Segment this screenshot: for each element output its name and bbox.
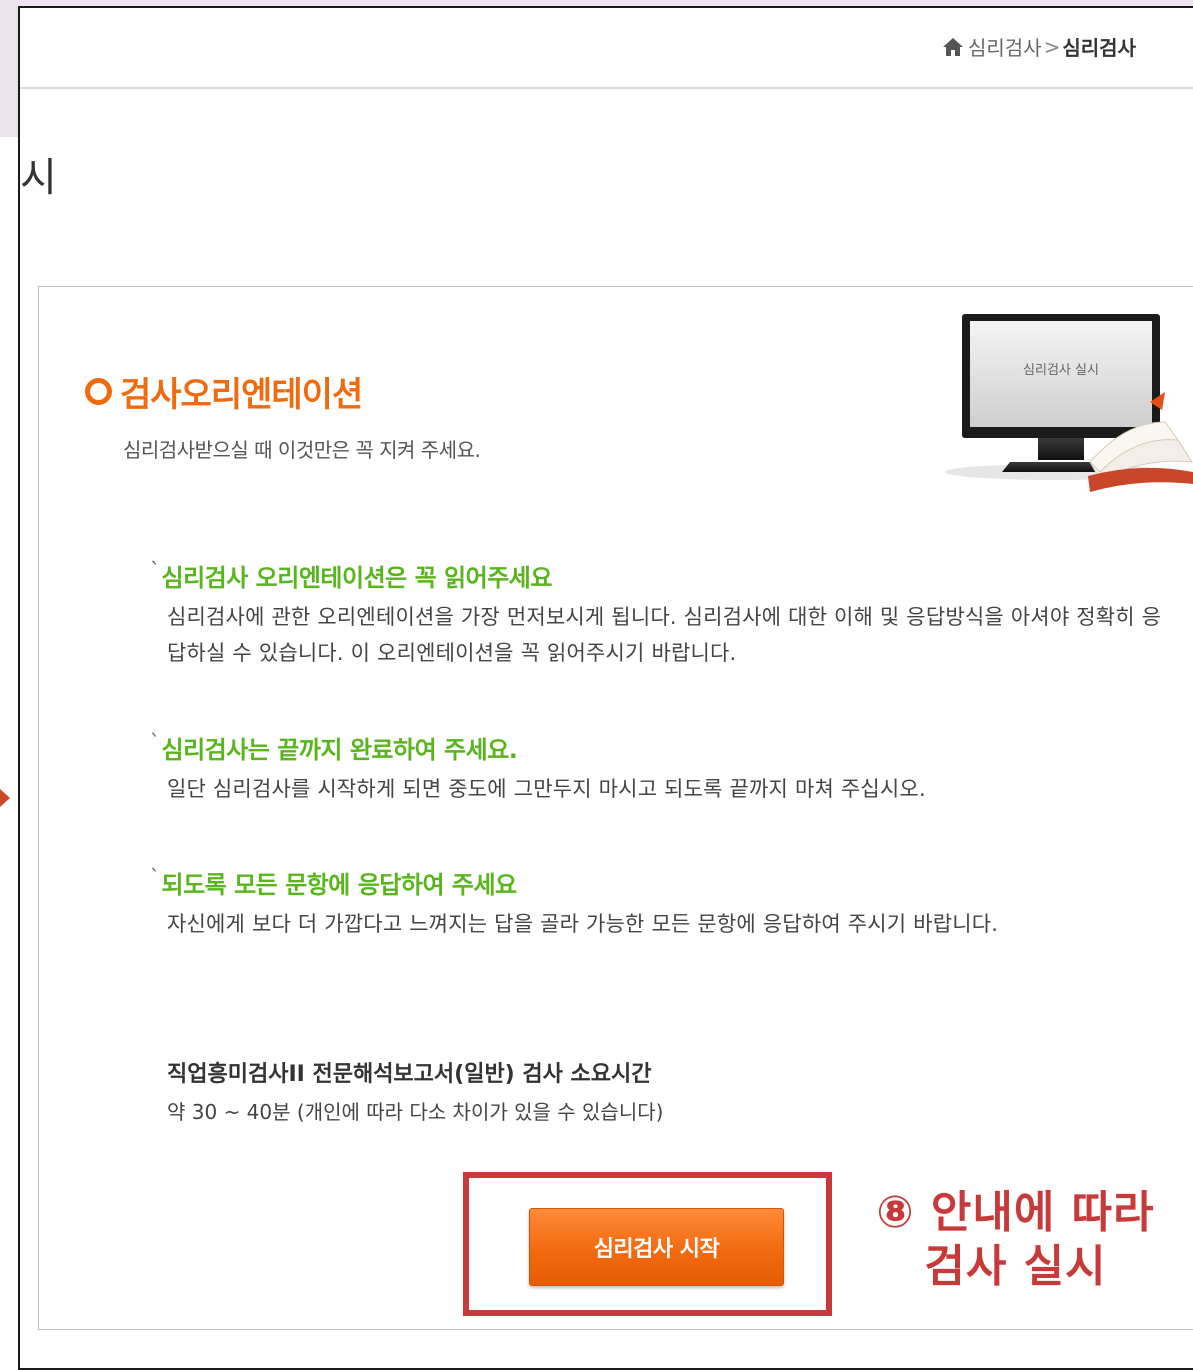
start-test-button[interactable]: 심리검사 시작 bbox=[529, 1208, 784, 1286]
guide-body: 자신에게 보다 더 가깝다고 느껴지는 답을 골라 가능한 모든 문항에 응답하… bbox=[167, 912, 999, 936]
guide-item: `심리검사 오리엔테이션은 꼭 읽어주세요 심리검사에 관한 오리엔테이션을 가… bbox=[150, 558, 1180, 671]
guide-item: `되도록 모든 문항에 응답하여 주세요 자신에게 보다 더 가깝다고 느껴지는… bbox=[150, 865, 1180, 942]
page-title: 시 bbox=[20, 155, 57, 201]
left-arrow-icon bbox=[0, 789, 10, 807]
guide-title: `심리검사 오리엔테이션은 꼭 읽어주세요 bbox=[150, 558, 552, 592]
monitor-screen-text: 심리검사 실시 bbox=[1023, 363, 1099, 378]
header-divider bbox=[20, 87, 1193, 89]
section-heading-text: 검사오리엔테이션 bbox=[120, 375, 363, 415]
breadcrumb: 심리검사 > 심리검사 bbox=[942, 32, 1136, 61]
guide-body: 일단 심리검사를 시작하게 되면 중도에 그만두지 마시고 되도록 끝까지 마쳐… bbox=[167, 777, 926, 801]
annotation-line: ⑧ 안내에 따라 bbox=[876, 1187, 1155, 1238]
duration-title: 직업흥미검사II 전문해석보고서(일반) 검사 소요시간 bbox=[167, 1062, 652, 1087]
annotation-callout: ⑧ 안내에 따라 검사 실시 bbox=[838, 1186, 1193, 1294]
annotation-line: 검사 실시 bbox=[924, 1241, 1107, 1292]
section-subtitle: 심리검사받으실 때 이것만은 꼭 지켜 주세요. bbox=[123, 438, 481, 462]
ring-bullet-icon bbox=[85, 378, 112, 405]
guide-title: `되도록 모든 문항에 응답하여 주세요 bbox=[150, 865, 517, 899]
section-heading: 검사오리엔테이션 bbox=[85, 367, 363, 416]
guide-item: `심리검사는 끝까지 완료하여 주세요. 일단 심리검사를 시작하게 되면 중도… bbox=[150, 730, 1180, 807]
breadcrumb-item[interactable]: 심리검사 bbox=[968, 32, 1042, 61]
duration-body: 약 30 ~ 40분 (개인에 따라 다소 차이가 있을 수 있습니다) bbox=[167, 1100, 664, 1124]
monitor-book-illustration: 심리검사 실시 bbox=[945, 314, 1193, 492]
guide-title: `심리검사는 끝까지 완료하여 주세요. bbox=[150, 730, 518, 764]
guide-body: 심리검사에 관한 오리엔테이션을 가장 먼저보시게 됩니다. 심리검사에 대한 … bbox=[167, 605, 1162, 665]
breadcrumb-separator: > bbox=[1043, 34, 1061, 59]
home-icon[interactable] bbox=[942, 37, 964, 57]
breadcrumb-current: 심리검사 bbox=[1062, 36, 1136, 60]
